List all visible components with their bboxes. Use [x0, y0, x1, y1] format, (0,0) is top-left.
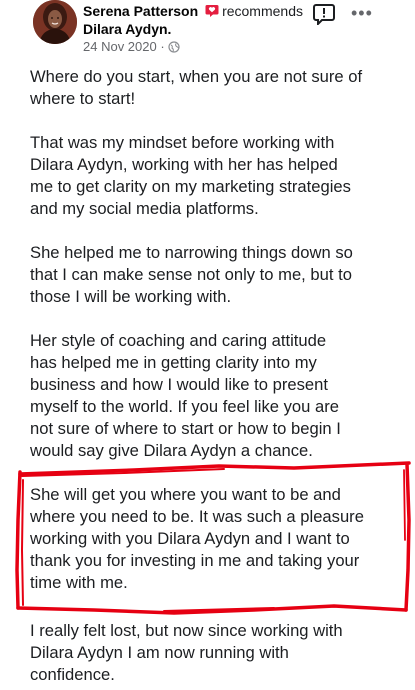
- recommend-badge-icon: [205, 4, 219, 22]
- report-button[interactable]: [313, 3, 335, 27]
- post-paragraph: She helped me to narrowing things down s…: [30, 243, 353, 306]
- report-icon: [313, 4, 335, 27]
- post-paragraph: Where do you start, when you are not sur…: [30, 67, 363, 108]
- post-date[interactable]: 24 Nov 2020: [83, 39, 157, 54]
- meta-separator: ·: [160, 39, 165, 54]
- post-meta: 24 Nov 2020 ·: [83, 38, 180, 58]
- avatar-photo: [33, 0, 77, 44]
- public-globe-icon: [168, 40, 180, 58]
- recommended-page-name[interactable]: Dilara Aydyn.: [83, 20, 171, 38]
- avatar[interactable]: [33, 0, 77, 44]
- post-paragraph: Her style of coaching and caring attitud…: [30, 331, 341, 460]
- action-text: recommends: [222, 3, 303, 19]
- post-paragraph: I really felt lost, but now since workin…: [30, 621, 343, 684]
- hand-drawn-highlight-box: [15, 461, 411, 615]
- post-attribution: Serena Patterson recommends: [83, 2, 303, 22]
- post-paragraph: That was my mindset before working with …: [30, 133, 351, 218]
- post-header: Serena Patterson recommends Dilara Aydyn…: [0, 0, 415, 60]
- more-options-icon[interactable]: •••: [351, 4, 373, 22]
- author-name[interactable]: Serena Patterson: [83, 3, 198, 19]
